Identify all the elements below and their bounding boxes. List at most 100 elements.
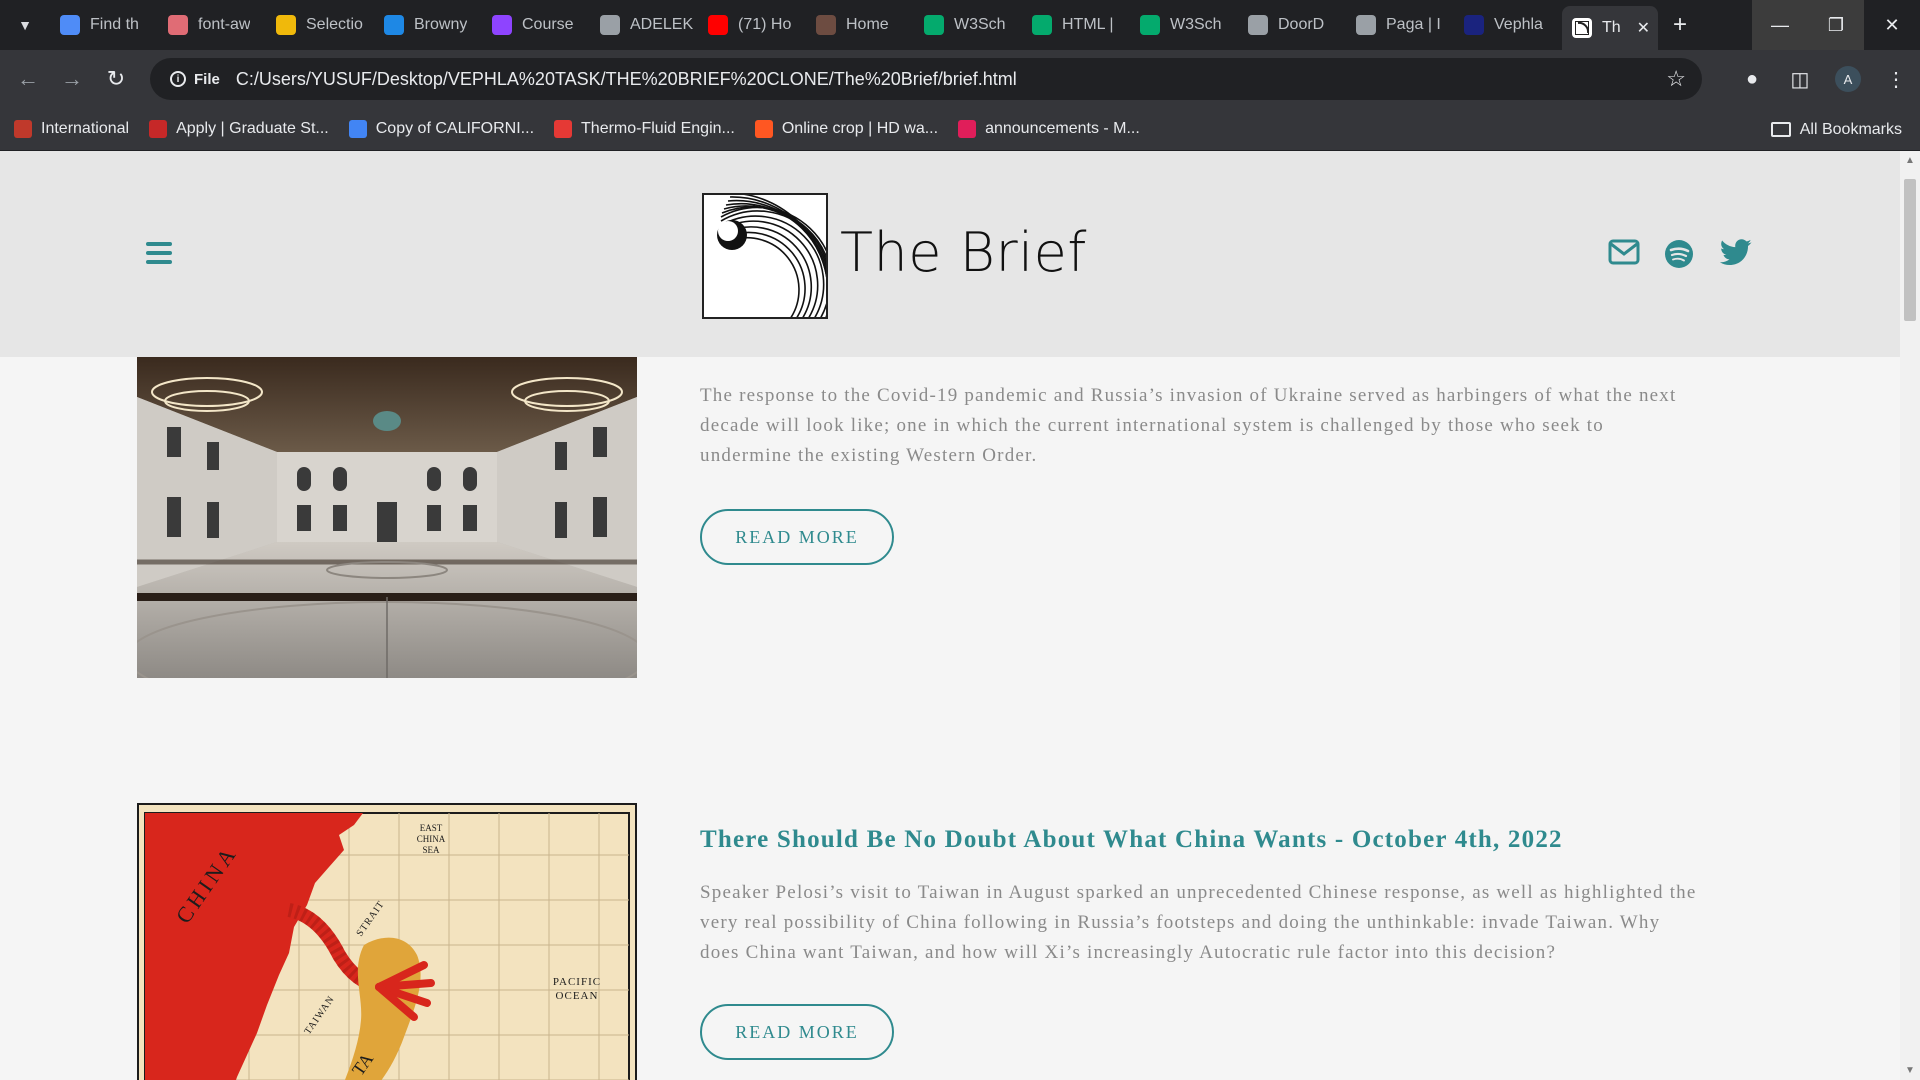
all-bookmarks-button[interactable]: All Bookmarks — [1770, 108, 1902, 151]
the-brief-icon — [1572, 18, 1592, 38]
bookmark-favicon-icon — [554, 120, 573, 138]
bookmark-item[interactable]: announcements - M... — [958, 120, 1140, 138]
tab-4[interactable]: Course — [482, 0, 590, 50]
w3schools-icon — [1032, 15, 1052, 35]
tab-6[interactable]: (71) Ho — [698, 0, 806, 50]
scrollbar-thumb[interactable] — [1904, 179, 1916, 321]
china-taiwan-map-image[interactable]: CHINA EAST CHINA SEA STRAIT TAIWAN PACIF… — [137, 803, 637, 1080]
bookmark-item[interactable]: International — [14, 120, 129, 138]
all-bookmarks-label: All Bookmarks — [1799, 120, 1902, 138]
tab-title: HTML | — [1062, 16, 1114, 33]
site-brand-title[interactable]: The Brief — [840, 221, 1087, 284]
tab-search-chevron-icon[interactable]: ▼ — [0, 0, 50, 50]
tab-8[interactable]: W3Sch — [914, 0, 1022, 50]
bookmark-item[interactable]: Apply | Graduate St... — [149, 120, 329, 138]
tab-title: Selectio — [306, 16, 363, 33]
menu-kebab-icon[interactable]: ⋮ — [1872, 67, 1920, 92]
scroll-up-arrow-icon[interactable]: ▲ — [1905, 155, 1915, 166]
tab-title: font-aw — [198, 16, 251, 33]
tab-10[interactable]: W3Sch — [1130, 0, 1238, 50]
map-label-east-china-sea-3: SEA — [422, 845, 440, 855]
bookmark-label: Online crop | HD wa... — [781, 120, 939, 137]
close-window-button[interactable]: ✕ — [1864, 0, 1920, 50]
profile-icon — [816, 15, 836, 35]
site-info-chip[interactable]: i File — [160, 63, 230, 95]
tab-strip: ▼ Find th font-aw Selectio Browny Course ADEL… — [0, 0, 1920, 50]
map-label-east-china-sea-1: EAST — [420, 823, 443, 833]
map-label-pacific-ocean-1: PACIFIC — [553, 976, 601, 988]
read-more-button[interactable]: READ MORE — [700, 1004, 894, 1060]
tab-0[interactable]: Find th — [50, 0, 158, 50]
spotify-icon[interactable] — [1664, 239, 1694, 269]
article-excerpt: Speaker Pelosi’s visit to Taiwan in Augu… — [700, 882, 1697, 963]
window-controls: — ❐ ✕ — [1752, 0, 1920, 50]
globe-icon — [600, 15, 620, 35]
the-brief-logo[interactable] — [702, 193, 828, 319]
address-bar[interactable]: i File C:/Users/YUSUF/Desktop/VEPHLA%20T… — [150, 58, 1702, 100]
back-button[interactable]: ← — [6, 57, 50, 101]
browny-icon — [384, 15, 404, 35]
tab-3[interactable]: Browny — [374, 0, 482, 50]
new-tab-button[interactable]: + — [1658, 0, 1702, 50]
restore-button[interactable]: ❐ — [1808, 0, 1864, 50]
tab-2[interactable]: Selectio — [266, 0, 374, 50]
page-scrollbar[interactable]: ▲ ▼ — [1900, 151, 1920, 1080]
bookmark-favicon-icon — [14, 120, 32, 138]
tab-1[interactable]: font-aw — [158, 0, 266, 50]
bookmark-star-icon[interactable]: ☆ — [1666, 66, 1686, 92]
reload-button[interactable]: ↻ — [94, 57, 138, 101]
twitter-icon[interactable] — [1720, 239, 1752, 266]
tab-12[interactable]: Paga | I — [1346, 0, 1454, 50]
article-body: The response to the Covid-19 pandemic an… — [700, 381, 1700, 565]
bookmark-label: Copy of CALIFORNI... — [375, 120, 535, 137]
mail-icon[interactable] — [1608, 239, 1640, 265]
scroll-down-arrow-icon[interactable]: ▼ — [1905, 1065, 1915, 1076]
bookmark-item[interactable]: Online crop | HD wa... — [754, 120, 939, 138]
tab-5[interactable]: ADELEK — [590, 0, 698, 50]
tab-title: W3Sch — [1170, 16, 1222, 33]
bookmark-item[interactable]: Thermo-Fluid Engin... — [554, 120, 735, 138]
bookmark-list: International Apply | Graduate St... Copy … — [14, 120, 1160, 138]
w3schools-icon — [1140, 15, 1160, 35]
palace-hall-image[interactable] — [137, 357, 637, 678]
folder-icon — [1770, 122, 1791, 137]
tab-title: (71) Ho — [738, 16, 792, 33]
w3schools-icon — [924, 15, 944, 35]
bookmark-favicon-icon — [958, 120, 977, 138]
tab-title: DoorD — [1278, 16, 1325, 33]
tab-title: W3Sch — [954, 16, 1006, 33]
bookmarks-bar: International Apply | Graduate St... Copy … — [0, 108, 1920, 151]
forward-button[interactable]: → — [50, 57, 94, 101]
profile-avatar[interactable]: A — [1835, 66, 1861, 92]
url-text[interactable]: C:/Users/YUSUF/Desktop/VEPHLA%20TASK/THE… — [236, 69, 1017, 90]
minimize-button[interactable]: — — [1752, 0, 1808, 50]
bookmark-favicon-icon — [149, 120, 168, 138]
article-title-link[interactable]: There Should Be No Doubt About What Chin… — [700, 826, 1700, 854]
close-tab-icon[interactable]: ✕ — [1637, 18, 1650, 38]
extension-icon[interactable]: ● — [1728, 68, 1776, 91]
read-more-button[interactable]: READ MORE — [700, 509, 894, 565]
globe-icon — [1356, 15, 1376, 35]
tab-13[interactable]: Vephla — [1454, 0, 1562, 50]
zoho-icon — [276, 15, 296, 35]
extensions-puzzle-icon[interactable]: ◫ — [1776, 67, 1824, 92]
page-viewport: The Brief The response to the Covid-19 p… — [0, 151, 1900, 1080]
map-label-east-china-sea-2: CHINA — [417, 834, 446, 844]
tab-title: Browny — [414, 16, 468, 33]
vephla-icon — [1464, 15, 1484, 35]
bookmark-label: Thermo-Fluid Engin... — [581, 120, 735, 137]
tab-active[interactable]: Th ✕ — [1562, 6, 1658, 50]
tab-title: Paga | I — [1386, 16, 1441, 33]
toolbar-actions: ● ◫ A ⋮ — [1728, 50, 1920, 108]
hamburger-menu-icon[interactable] — [146, 242, 172, 264]
article-body: There Should Be No Doubt About What Chin… — [700, 826, 1700, 1060]
info-icon: i — [170, 71, 186, 87]
tab-9[interactable]: HTML | — [1022, 0, 1130, 50]
tab-title: Home — [846, 16, 889, 33]
bookmark-item[interactable]: Copy of CALIFORNI... — [348, 120, 535, 138]
tab-title: ADELEK — [630, 16, 694, 33]
tab-11[interactable]: DoorD — [1238, 0, 1346, 50]
tab-7[interactable]: Home — [806, 0, 914, 50]
site-header: The Brief — [0, 151, 1900, 357]
bookmark-label: International — [41, 120, 130, 137]
